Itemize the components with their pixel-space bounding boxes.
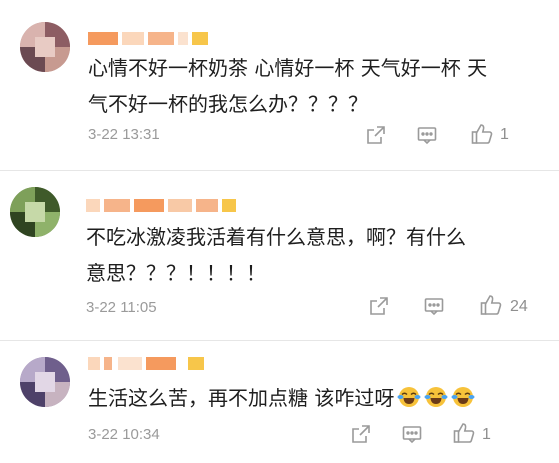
comment-item: 心情不好一杯奶茶 心情好一杯 天气好一杯 天 气不好一杯的我怎么办？？？？ 3-… <box>0 0 559 170</box>
comment-icon[interactable] <box>423 295 445 317</box>
comment-item: 不吃冰激凌我活着有什么意思，啊？有什么 意思？？？！！！！ 3-22 11:05… <box>0 171 559 341</box>
avatar[interactable] <box>10 187 60 237</box>
comment-text-line: 气不好一杯的我怎么办？？？？ <box>88 92 368 116</box>
comment-text-line: 不吃冰激凌我活着有什么意思，啊？有什么 <box>86 225 466 249</box>
comment-text: 心情不好一杯奶茶 心情好一杯 天气好一杯 天 气不好一杯的我怎么办？？？？ <box>88 50 487 122</box>
username-obscured[interactable] <box>88 30 218 48</box>
username-obscured[interactable] <box>88 355 208 373</box>
share-icon[interactable] <box>368 295 390 317</box>
share-icon[interactable] <box>365 124 387 146</box>
timestamp: 3-22 13:31 <box>88 126 160 143</box>
avatar[interactable] <box>20 357 70 407</box>
thumbs-up-icon[interactable] <box>470 122 494 146</box>
comment-icon[interactable] <box>401 423 423 445</box>
laughing-crying-emoji-icon <box>424 384 448 420</box>
comment-text: 生活这么苦，再不加点糖 该咋过呀 <box>88 380 475 420</box>
timestamp: 3-22 10:34 <box>88 426 160 443</box>
comment-text: 不吃冰激凌我活着有什么意思，啊？有什么 意思？？？！！！！ <box>86 219 466 291</box>
like-count: 1 <box>500 126 509 143</box>
like-count: 24 <box>510 298 528 315</box>
thumbs-up-icon[interactable] <box>479 293 503 317</box>
comment-text-line: 意思？？？！！！！ <box>86 261 266 285</box>
share-icon[interactable] <box>350 423 372 445</box>
avatar[interactable] <box>20 22 70 72</box>
username-obscured[interactable] <box>86 197 236 215</box>
comment-text-line: 心情不好一杯奶茶 心情好一杯 天气好一杯 天 <box>88 56 488 80</box>
laughing-crying-emoji-icon <box>451 384 475 420</box>
comment-item: 生活这么苦，再不加点糖 该咋过呀 3-22 10:34 1 <box>0 341 559 463</box>
comment-text-line: 生活这么苦，再不加点糖 该咋过呀 <box>88 386 395 410</box>
laughing-crying-emoji-icon <box>397 384 421 420</box>
like-count: 1 <box>482 426 491 443</box>
comment-icon[interactable] <box>416 124 438 146</box>
thumbs-up-icon[interactable] <box>452 421 476 445</box>
timestamp: 3-22 11:05 <box>86 299 157 316</box>
